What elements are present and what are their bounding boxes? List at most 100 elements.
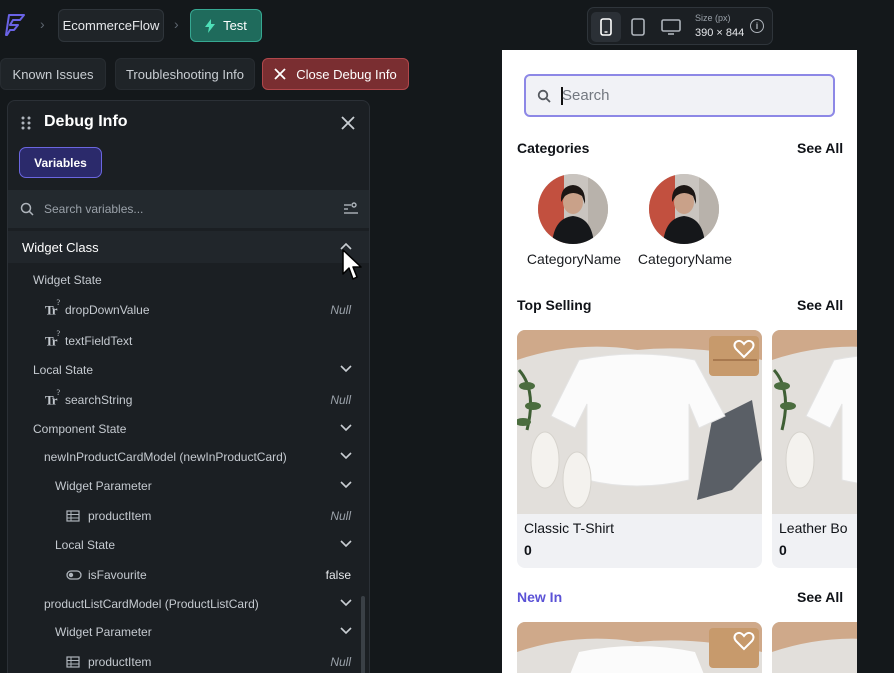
breadcrumb-separator-icon: › xyxy=(40,16,45,32)
variable-value: Null xyxy=(330,303,351,317)
group-label: newInProductCardModel (newInProductCard) xyxy=(44,450,287,464)
variable-value: Null xyxy=(330,655,351,669)
group-label: Local State xyxy=(55,538,116,552)
new-in-see-all-link[interactable]: See All xyxy=(797,589,843,605)
project-breadcrumb-button[interactable]: EcommerceFlow xyxy=(58,9,164,42)
chevron-down-icon[interactable] xyxy=(340,599,352,607)
debug-info-panel: Debug Info Variables Search variables...… xyxy=(7,100,370,673)
variable-row[interactable]: Tr? dropDownValue Null xyxy=(8,296,369,324)
phone-device-button[interactable] xyxy=(591,12,621,42)
variable-row[interactable]: productItem Null xyxy=(8,502,369,530)
toggle-icon xyxy=(66,570,82,580)
test-mode-label: Test xyxy=(223,18,247,33)
lightning-icon xyxy=(205,18,216,33)
new-in-title: New In xyxy=(517,589,563,605)
categories-see-all-link[interactable]: See All xyxy=(797,140,843,156)
chevron-down-icon[interactable] xyxy=(340,627,352,635)
text-type-icon: Tr? xyxy=(45,388,60,408)
widget-parameter-group[interactable]: Widget Parameter xyxy=(8,472,369,500)
data-type-icon xyxy=(66,510,80,522)
top-selling-title: Top Selling xyxy=(517,297,592,313)
group-label: Widget Parameter xyxy=(55,625,152,639)
close-debug-info-button[interactable]: Close Debug Info xyxy=(262,58,409,90)
variable-row[interactable]: isFavourite false xyxy=(8,561,369,589)
variable-value: Null xyxy=(330,393,351,407)
known-issues-button[interactable]: Known Issues xyxy=(0,58,106,90)
variable-value: Null xyxy=(330,509,351,523)
variable-name: productItem xyxy=(88,509,152,523)
variable-row[interactable]: Tr? textFieldText xyxy=(8,327,369,355)
size-value: 390 × 844 xyxy=(695,27,745,39)
widget-class-row[interactable]: Widget Class xyxy=(8,231,369,263)
widget-parameter-group[interactable]: Widget Parameter xyxy=(8,618,369,646)
project-name: EcommerceFlow xyxy=(62,18,160,33)
group-label: Widget State xyxy=(33,273,102,287)
variable-name: searchString xyxy=(65,393,133,407)
component-model-group[interactable]: productListCardModel (ProductListCard) xyxy=(8,590,369,618)
product-title: Classic T-Shirt xyxy=(524,520,614,536)
close-icon xyxy=(274,68,286,80)
new-in-product-card[interactable] xyxy=(517,622,762,673)
product-price: 0 xyxy=(779,542,787,558)
chevron-down-icon[interactable] xyxy=(340,452,352,460)
search-icon xyxy=(20,202,34,216)
variables-tab[interactable]: Variables xyxy=(19,147,102,178)
chevron-down-icon[interactable] xyxy=(340,365,352,373)
category-name: CategoryName xyxy=(637,251,733,267)
component-state-group[interactable]: Component State xyxy=(8,415,369,443)
group-label: Local State xyxy=(33,363,94,377)
tablet-icon xyxy=(631,18,645,36)
component-model-group[interactable]: newInProductCardModel (newInProductCard) xyxy=(8,443,369,471)
product-price: 0 xyxy=(524,542,532,558)
text-type-icon: Tr? xyxy=(45,329,60,349)
variable-row[interactable]: productItem Null xyxy=(8,648,369,673)
drag-handle-icon[interactable] xyxy=(21,116,31,130)
device-size-selector: Size (px) 390 × 844 i xyxy=(587,7,773,45)
test-mode-button[interactable]: Test xyxy=(190,9,262,42)
variables-search[interactable]: Search variables... xyxy=(8,190,369,228)
top-selling-see-all-link[interactable]: See All xyxy=(797,297,843,313)
new-in-product-card[interactable] xyxy=(772,622,857,673)
product-card[interactable]: Leather Bo 0 xyxy=(772,330,857,568)
categories-title: Categories xyxy=(517,140,590,156)
product-image xyxy=(772,330,857,514)
search-input[interactable]: Search variables... xyxy=(44,202,143,216)
category-avatar xyxy=(538,174,608,244)
local-state-group[interactable]: Local State xyxy=(8,531,369,559)
panel-scrollbar[interactable] xyxy=(361,596,365,673)
desktop-device-button[interactable] xyxy=(656,12,686,42)
product-card[interactable]: Classic T-Shirt 0 xyxy=(517,330,762,568)
size-label: Size (px) xyxy=(695,13,731,23)
heart-icon[interactable] xyxy=(733,631,755,651)
group-label: productListCardModel (ProductListCard) xyxy=(44,597,259,611)
breadcrumb-separator-icon: › xyxy=(174,16,179,32)
info-icon[interactable]: i xyxy=(750,19,764,33)
phone-preview: Search Categories See All CategoryName C… xyxy=(502,50,857,673)
widget-state-group[interactable]: Widget State xyxy=(8,266,369,294)
variable-name: productItem xyxy=(88,655,152,669)
app-search-field[interactable]: Search xyxy=(524,74,835,117)
product-image xyxy=(772,622,857,673)
chevron-down-icon[interactable] xyxy=(340,481,352,489)
tablet-device-button[interactable] xyxy=(623,12,653,42)
product-title: Leather Bo xyxy=(779,520,848,536)
chevron-down-icon[interactable] xyxy=(340,540,352,548)
filter-icon[interactable] xyxy=(343,201,359,217)
close-icon[interactable] xyxy=(339,114,357,132)
search-icon xyxy=(537,89,551,103)
phone-icon xyxy=(600,18,612,36)
variable-value: false xyxy=(325,568,351,582)
local-state-group[interactable]: Local State xyxy=(8,356,369,384)
desktop-icon xyxy=(661,19,681,35)
category-name: CategoryName xyxy=(526,251,622,267)
panel-header: Debug Info xyxy=(8,101,369,145)
variable-name: dropDownValue xyxy=(65,303,150,317)
group-label: Widget Parameter xyxy=(55,479,152,493)
text-type-icon: Tr? xyxy=(45,298,60,318)
heart-icon[interactable] xyxy=(733,339,755,359)
troubleshooting-info-button[interactable]: Troubleshooting Info xyxy=(115,58,255,90)
variable-name: isFavourite xyxy=(88,568,147,582)
flutterflow-logo-icon[interactable] xyxy=(4,12,28,38)
chevron-down-icon[interactable] xyxy=(340,424,352,432)
variable-row[interactable]: Tr? searchString Null xyxy=(8,386,369,414)
